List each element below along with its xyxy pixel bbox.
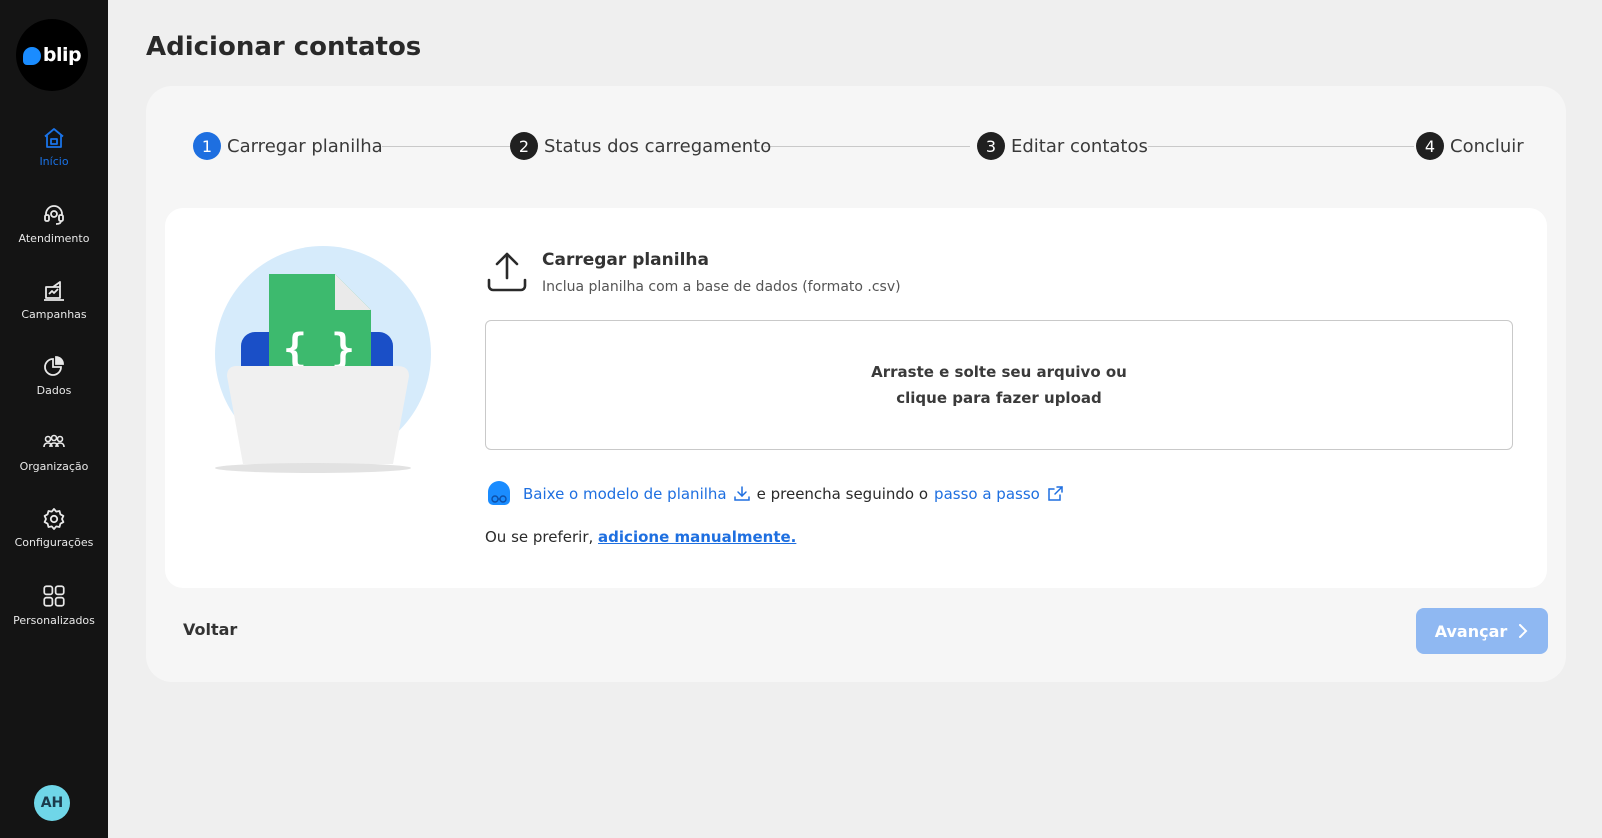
- sidebar-item-inicio[interactable]: Início: [0, 126, 108, 168]
- sidebar-item-campanhas[interactable]: Campanhas: [0, 279, 108, 321]
- avatar[interactable]: AH: [34, 785, 70, 821]
- next-button-label: Avançar: [1434, 621, 1508, 641]
- step-number: 1: [193, 132, 221, 160]
- download-template-link[interactable]: Baixe o modelo de planilha: [523, 485, 727, 503]
- step-connector: [764, 146, 970, 147]
- next-button[interactable]: Avançar: [1416, 608, 1548, 654]
- hint-middle-text: e preencha seguindo o: [756, 485, 929, 503]
- sidebar-item-label: Atendimento: [18, 232, 90, 245]
- step-number: 3: [977, 132, 1005, 160]
- megaphone-icon: [44, 281, 64, 301]
- sidebar-item-dados[interactable]: Dados: [0, 355, 108, 397]
- sidebar-item-label: Dados: [36, 384, 72, 397]
- upload-icon: [487, 252, 527, 292]
- step-label: Carregar planilha: [227, 135, 383, 157]
- page-title: Adicionar contatos: [146, 32, 422, 62]
- upload-card: { } Carregar planilha Inclua planilha co…: [165, 208, 1547, 588]
- sidebar-item-label: Campanhas: [21, 308, 87, 321]
- headset-icon: [44, 205, 64, 225]
- step-label: Status dos carregamento: [544, 135, 772, 157]
- grid-icon: [43, 585, 65, 607]
- upload-title: Carregar planilha: [542, 250, 709, 270]
- wizard-panel: 1 Carregar planilha 2 Status dos carrega…: [146, 86, 1566, 682]
- sidebar-item-label: Organização: [19, 460, 89, 473]
- bot-avatar-icon: [488, 481, 510, 505]
- download-icon[interactable]: [733, 485, 751, 503]
- sidebar: blip Início Atendimento Campanhas Dados …: [0, 0, 108, 838]
- sidebar-item-label: Personalizados: [13, 614, 95, 627]
- external-link-icon[interactable]: [1046, 485, 1064, 503]
- team-icon: [43, 434, 65, 448]
- home-icon: [44, 128, 64, 148]
- pie-chart-icon: [44, 356, 64, 376]
- logo-text: blip: [42, 44, 82, 66]
- step-by-step-link[interactable]: passo a passo: [934, 485, 1040, 503]
- sidebar-item-configuracoes[interactable]: Configurações: [0, 507, 108, 549]
- add-manually-link[interactable]: adicione manualmente.: [598, 528, 796, 546]
- step-label: Concluir: [1450, 135, 1524, 157]
- dropzone-text-line2: clique para fazer upload: [896, 389, 1102, 407]
- spreadsheet-illustration: { }: [215, 246, 431, 473]
- back-button[interactable]: Voltar: [183, 620, 237, 639]
- template-hint: Baixe o modelo de planilha e preencha se…: [485, 480, 1064, 508]
- dropzone-text-line1: Arraste e solte seu arquivo ou: [871, 363, 1127, 381]
- sidebar-item-personalizados[interactable]: Personalizados: [0, 583, 108, 627]
- step-1: 1 Carregar planilha: [193, 132, 383, 160]
- step-2: 2 Status dos carregamento: [510, 132, 771, 160]
- manual-prefix-text: Ou se preferir,: [485, 528, 594, 546]
- manual-add-row: Ou se preferir, adicione manualmente.: [485, 528, 796, 546]
- sidebar-item-organizacao[interactable]: Organização: [0, 431, 108, 473]
- step-number: 4: [1416, 132, 1444, 160]
- file-dropzone[interactable]: Arraste e solte seu arquivo ou clique pa…: [485, 320, 1513, 450]
- step-number: 2: [510, 132, 538, 160]
- step-4: 4 Concluir: [1416, 132, 1524, 160]
- gear-icon: [43, 508, 65, 530]
- upload-subtitle: Inclua planilha com a base de dados (for…: [542, 279, 901, 295]
- sidebar-item-atendimento[interactable]: Atendimento: [0, 203, 108, 245]
- sidebar-item-label: Configurações: [14, 536, 94, 549]
- chevron-right-icon: [1519, 624, 1528, 638]
- step-label: Editar contatos: [1011, 135, 1148, 157]
- step-connector: [382, 146, 510, 147]
- step-connector: [1148, 146, 1414, 147]
- chat-bubble-icon: [22, 47, 41, 65]
- blip-logo[interactable]: blip: [16, 19, 88, 91]
- curly-braces-glyph: { }: [283, 326, 355, 372]
- sidebar-item-label: Início: [39, 155, 69, 168]
- step-3: 3 Editar contatos: [977, 132, 1148, 160]
